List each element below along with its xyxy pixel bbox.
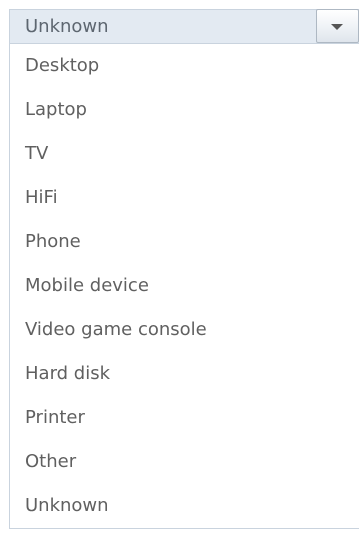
selected-value: Unknown	[25, 16, 109, 37]
option-phone[interactable]: Phone	[10, 220, 359, 264]
option-video-game-console[interactable]: Video game console	[10, 308, 359, 352]
option-other[interactable]: Other	[10, 440, 359, 484]
dropdown-toggle-button[interactable]	[316, 9, 359, 43]
chevron-down-icon	[331, 24, 343, 30]
option-desktop[interactable]: Desktop	[10, 44, 359, 88]
option-laptop[interactable]: Laptop	[10, 88, 359, 132]
option-mobile-device[interactable]: Mobile device	[10, 264, 359, 308]
options-list: Desktop Laptop TV HiFi Phone Mobile devi…	[10, 44, 359, 528]
option-hifi[interactable]: HiFi	[10, 176, 359, 220]
device-type-dropdown[interactable]: Unknown Desktop Laptop TV HiFi Phone Mob…	[9, 9, 359, 529]
option-printer[interactable]: Printer	[10, 396, 359, 440]
option-tv[interactable]: TV	[10, 132, 359, 176]
device-type-select[interactable]: Unknown	[10, 9, 359, 44]
option-unknown[interactable]: Unknown	[10, 484, 359, 528]
option-hard-disk[interactable]: Hard disk	[10, 352, 359, 396]
